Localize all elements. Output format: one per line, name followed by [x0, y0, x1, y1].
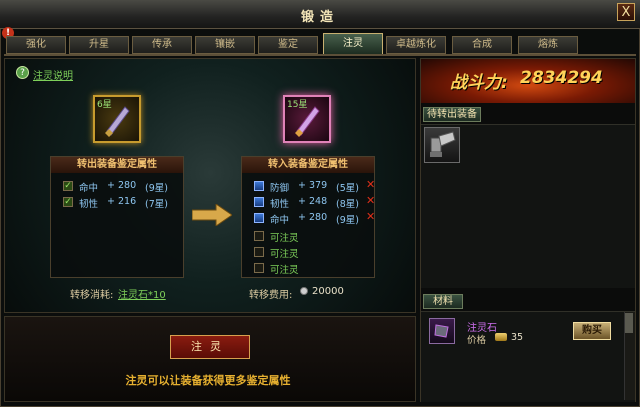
empty-slot-label: 可注灵: [270, 249, 299, 260]
source-attr-checkbox[interactable]: ✓: [63, 197, 73, 207]
window-title: 锻造: [300, 10, 339, 25]
source-attr-checkbox[interactable]: ✓: [63, 181, 73, 191]
source-star-badge: 6星: [97, 100, 112, 110]
attr-value: + 379: [298, 180, 328, 191]
transfer-cost-value[interactable]: 注灵石*10: [118, 286, 166, 301]
combat-power-label: 战斗力:: [450, 73, 508, 93]
tab-inject-spirit[interactable]: 注灵: [323, 33, 383, 55]
attr-star: (9星): [145, 183, 168, 194]
attr-value: + 280: [298, 212, 328, 223]
inject-description: 注灵可以让装备获得更多鉴定属性: [125, 374, 291, 387]
source-attributes-panel: 转出装备鉴定属性 ✓ 命中 + 280 (9星) ✓ 韧性 + 216 (7星): [50, 156, 184, 278]
target-attr-checkbox[interactable]: [254, 197, 264, 207]
attr-value: + 216: [107, 196, 137, 207]
materials-scroll-thumb[interactable]: [625, 313, 633, 333]
attr-star: (9星): [336, 215, 359, 226]
empty-slot-checkbox[interactable]: [254, 247, 264, 257]
tab-inlay[interactable]: 镶嵌: [195, 36, 255, 54]
buy-button[interactable]: 购买: [573, 322, 611, 340]
material-price: 35: [511, 332, 524, 343]
gold-ingot-icon: [495, 333, 507, 341]
tab-divider: [4, 54, 636, 56]
tab-star-up[interactable]: 升星: [69, 36, 129, 54]
spirit-stone-icon: [434, 324, 449, 338]
spirit-stone-item[interactable]: [429, 318, 455, 344]
target-star-badge: 15星: [287, 100, 308, 110]
inject-button[interactable]: 注灵: [170, 335, 250, 359]
help-link[interactable]: 注灵说明: [33, 67, 73, 82]
attr-name: 命中: [79, 183, 99, 194]
transfer-fee-label: 转移费用:: [249, 290, 293, 301]
attr-name: 命中: [270, 215, 290, 226]
empty-slot-checkbox[interactable]: [254, 231, 264, 241]
tab-excellent-refine[interactable]: 卓越炼化: [386, 36, 446, 54]
attr-value: + 280: [107, 180, 137, 191]
remove-attr-icon[interactable]: ✕: [366, 194, 375, 207]
attr-star: (8星): [336, 199, 359, 210]
attr-value: + 248: [298, 196, 328, 207]
attr-name: 韧性: [79, 199, 99, 210]
target-attr-checkbox[interactable]: [254, 213, 264, 223]
gauntlet-icon: [430, 131, 456, 157]
target-attr-checkbox[interactable]: [254, 181, 264, 191]
target-attributes-panel: 转入装备鉴定属性 防御 + 379 (5星) ✕ 韧性 + 248 (8星) ✕…: [241, 156, 375, 278]
silver-coin-icon: [300, 287, 308, 295]
empty-slot-label: 可注灵: [270, 265, 299, 276]
help-icon[interactable]: ?: [16, 66, 29, 79]
combat-power-value: 2834294: [520, 68, 603, 88]
pending-equipment-item[interactable]: [424, 127, 460, 163]
remove-attr-icon[interactable]: ✕: [366, 178, 375, 191]
remove-attr-icon[interactable]: ✕: [366, 210, 375, 223]
materials-header: 材料: [423, 294, 463, 309]
transfer-fee-value: 20000: [312, 286, 344, 297]
empty-slot-label: 可注灵: [270, 233, 299, 244]
tab-smelt[interactable]: 熔炼: [518, 36, 578, 54]
tab-identify[interactable]: 鉴定: [258, 36, 318, 54]
pending-equipment-header: 待转出装备: [423, 107, 481, 122]
source-attributes-header: 转出装备鉴定属性: [51, 157, 183, 173]
close-button[interactable]: X: [617, 3, 635, 21]
attr-star: (5星): [336, 183, 359, 194]
tab-enhance[interactable]: 强化: [6, 36, 66, 54]
material-price-label: 价格: [467, 335, 487, 346]
tab-inherit[interactable]: 传承: [132, 36, 192, 54]
attr-star: (7星): [145, 199, 168, 210]
attr-name: 防御: [270, 183, 290, 194]
attr-name: 韧性: [270, 199, 290, 210]
transfer-cost-label: 转移消耗:: [70, 290, 114, 301]
action-area: [4, 316, 416, 402]
tab-synthesize[interactable]: 合成: [452, 36, 512, 54]
empty-slot-checkbox[interactable]: [254, 263, 264, 273]
target-attributes-header: 转入装备鉴定属性: [242, 157, 374, 173]
transfer-arrow-icon: [192, 204, 232, 226]
